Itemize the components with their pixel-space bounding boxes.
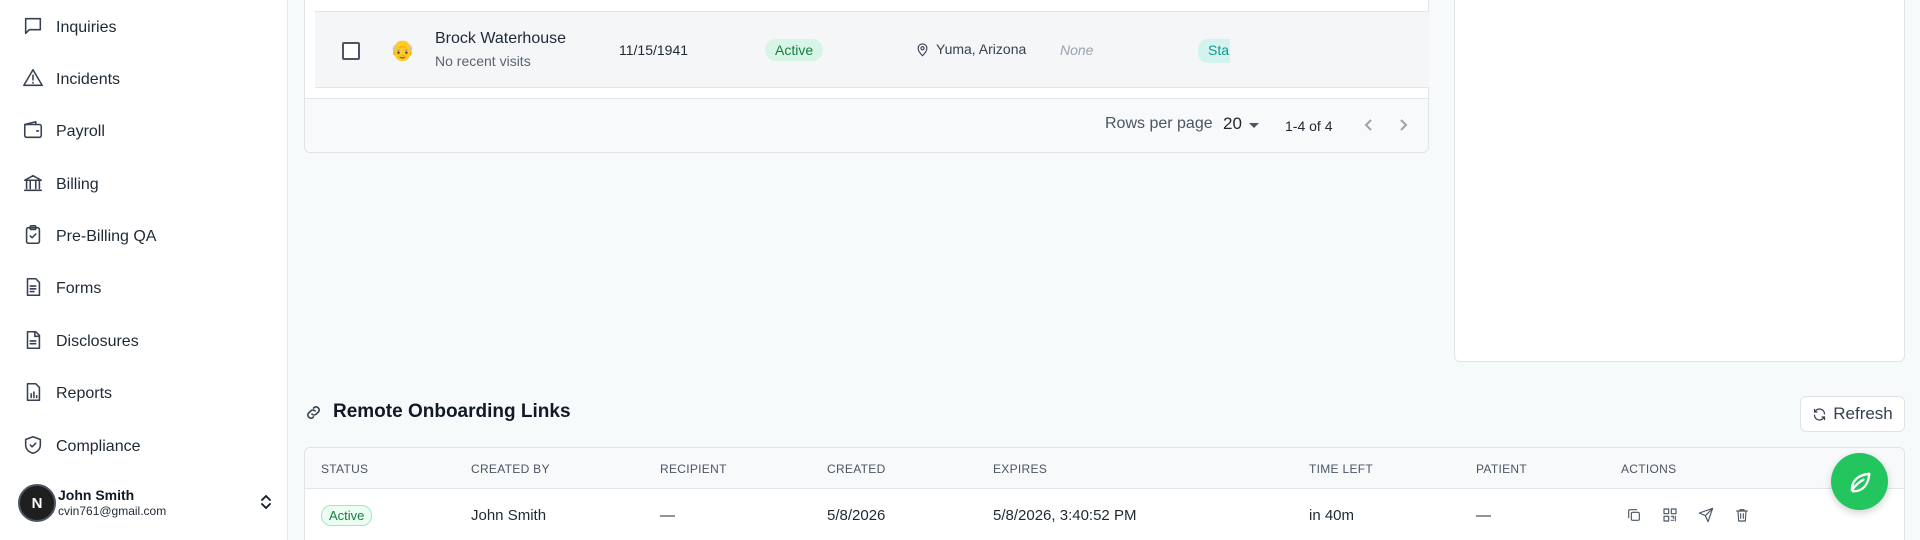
file-text-icon [22, 329, 44, 356]
sidebar-item-compliance[interactable]: Compliance [22, 432, 140, 462]
sidebar-item-label: Disclosures [56, 333, 139, 350]
column-header-status: STATUS [321, 462, 369, 476]
secondary-status-badge: Sta [1198, 39, 1230, 63]
copy-link-button[interactable] [1624, 505, 1644, 525]
chevron-up-down-icon[interactable] [258, 493, 274, 511]
qr-code-button[interactable] [1660, 505, 1680, 525]
column-header-actions: ACTIONS [1621, 462, 1677, 476]
assistant-fab-button[interactable] [1831, 453, 1888, 510]
chevron-left-icon [1364, 119, 1372, 131]
qr-code-icon [1663, 508, 1677, 522]
column-header-recipient: RECIPIENT [660, 462, 727, 476]
patient-avatar-icon: 👴 [390, 40, 415, 62]
sidebar-item-billing[interactable]: Billing [22, 170, 99, 200]
message-square-icon [22, 15, 44, 42]
onboarding-section-header: Remote Onboarding Links [304, 401, 571, 423]
refresh-button[interactable]: Refresh [1800, 396, 1905, 432]
sidebar-item-payroll[interactable]: Payroll [22, 117, 105, 147]
created-by-cell: John Smith [471, 507, 547, 524]
created-cell: 5/8/2026 [827, 507, 886, 524]
none-value: None [1060, 42, 1094, 58]
expires-cell: 5/8/2026, 3:40:52 PM [993, 507, 1137, 524]
column-header-time-left: TIME LEFT [1309, 462, 1374, 476]
column-header-created: CREATED [827, 462, 886, 476]
rows-per-page-select[interactable]: 20 [1223, 114, 1242, 134]
avatar: N [18, 484, 56, 522]
pagination-range: 1-4 of 4 [1285, 118, 1333, 134]
table-pagination: Rows per page 20 1-4 of 4 [305, 98, 1428, 152]
send-link-button[interactable] [1696, 505, 1716, 525]
patients-table-card: 👴 Brock Waterhouse No recent visits 11/1… [304, 0, 1429, 153]
right-panel [1454, 0, 1905, 362]
copy-icon [1628, 509, 1640, 521]
patient-location: Yuma, Arizona [915, 41, 1026, 57]
trash-icon [1736, 509, 1748, 522]
chevron-right-icon [1400, 119, 1408, 131]
sidebar-item-pre-billing-qa[interactable]: Pre-Billing QA [22, 222, 156, 252]
recipient-cell: — [660, 507, 675, 524]
next-page-button[interactable] [1393, 114, 1413, 136]
status-badge: Active [321, 505, 373, 526]
sidebar: Inquiries Incidents Payroll Billing Pre-… [0, 0, 288, 540]
status-badge: Active [765, 39, 824, 61]
leaf-icon [1850, 472, 1870, 492]
user-email: cvin761@gmail.com [58, 504, 167, 519]
section-title: Remote Onboarding Links [333, 401, 571, 422]
sidebar-item-label: Payroll [56, 123, 105, 140]
row-checkbox[interactable] [342, 42, 360, 60]
rows-per-page-label: Rows per page [1105, 115, 1213, 132]
shield-check-icon [22, 434, 44, 461]
refresh-label: Refresh [1833, 404, 1893, 423]
sidebar-item-label: Pre-Billing QA [56, 228, 157, 245]
sidebar-item-label: Reports [56, 385, 113, 402]
sidebar-item-disclosures[interactable]: Disclosures [22, 327, 139, 357]
column-header-expires: EXPIRES [993, 462, 1048, 476]
sidebar-item-label: Compliance [56, 438, 141, 455]
patient-name[interactable]: Brock Waterhouse [435, 30, 566, 48]
table-header: STATUS CREATED BY RECIPIENT CREATED EXPI… [305, 448, 1904, 489]
patient-dob: 11/15/1941 [619, 42, 689, 58]
send-icon [1698, 507, 1714, 523]
sidebar-item-forms[interactable]: Forms [22, 274, 101, 304]
sidebar-item-inquiries[interactable]: Inquiries [22, 13, 116, 43]
wallet-icon [22, 119, 44, 146]
sidebar-item-label: Forms [56, 280, 102, 297]
map-pin-icon [917, 42, 928, 57]
column-header-created-by: CREATED BY [471, 462, 550, 476]
patient-cell: — [1476, 507, 1491, 524]
time-left-cell: in 40m [1309, 507, 1355, 524]
onboarding-links-table: STATUS CREATED BY RECIPIENT CREATED EXPI… [304, 447, 1905, 540]
previous-page-button[interactable] [1359, 114, 1379, 136]
table-row[interactable]: 👴 Brock Waterhouse No recent visits 11/1… [315, 11, 1429, 88]
sidebar-item-label: Billing [56, 176, 99, 193]
caret-down-icon[interactable] [1249, 123, 1259, 128]
user-name: John Smith [58, 487, 135, 504]
delete-link-button[interactable] [1732, 505, 1752, 525]
sidebar-item-label: Inquiries [56, 19, 117, 36]
sidebar-item-reports[interactable]: Reports [22, 379, 112, 409]
bank-icon [22, 172, 44, 199]
sidebar-item-label: Incidents [56, 71, 121, 88]
link-icon [307, 405, 320, 419]
report-chart-icon [22, 381, 44, 408]
refresh-icon [1814, 407, 1826, 421]
column-header-patient: PATIENT [1476, 462, 1527, 476]
user-menu[interactable]: N John Smith cvin761@gmail.com [18, 483, 274, 523]
location-text: Yuma, Arizona [936, 41, 1027, 57]
alert-triangle-icon [22, 67, 44, 94]
sidebar-item-incidents[interactable]: Incidents [22, 65, 120, 95]
clipboard-check-icon [22, 224, 44, 251]
form-icon [22, 276, 44, 303]
patient-visit-status: No recent visits [435, 53, 531, 69]
